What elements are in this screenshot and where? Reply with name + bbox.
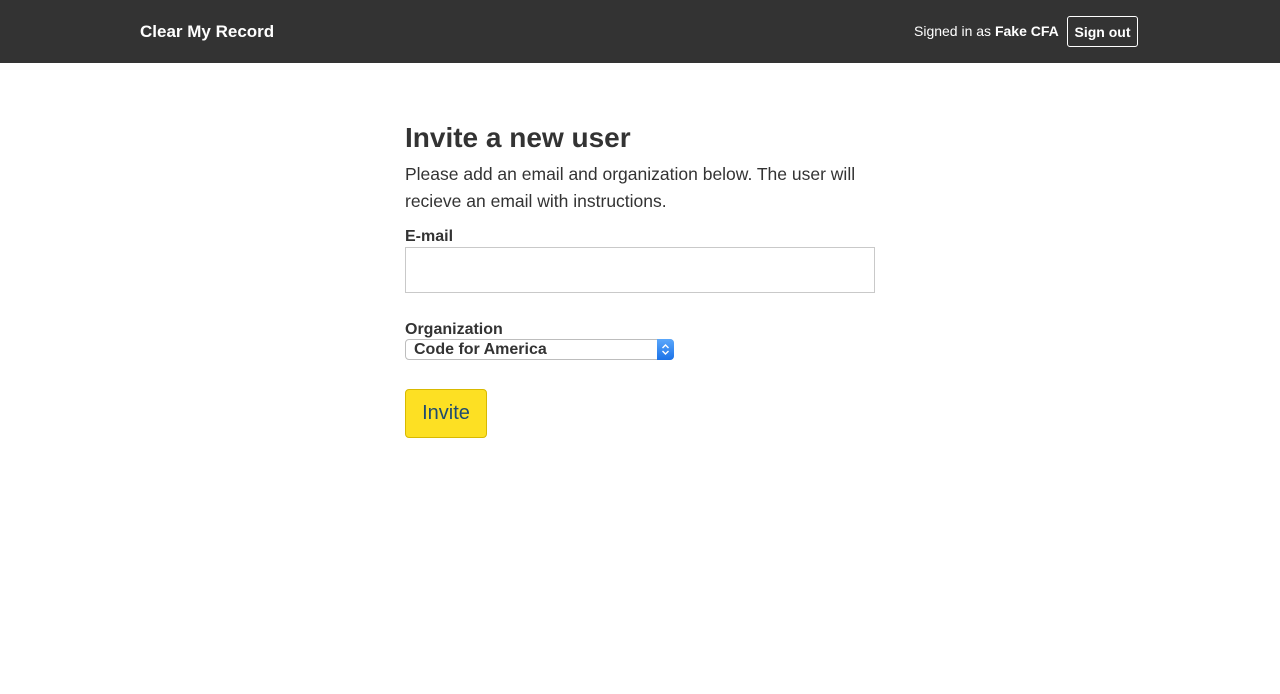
form-description: Please add an email and organization bel… <box>405 164 856 211</box>
signed-in-status: Signed in as Fake CFA <box>914 22 1059 40</box>
signed-in-user: Fake CFA <box>994 23 1059 39</box>
organization-select[interactable]: Code for America <box>405 339 674 360</box>
page-title: Invite a new user <box>405 122 631 153</box>
select-stepper-icon <box>657 339 674 360</box>
organization-label: Organization <box>405 321 503 338</box>
email-label: E-mail <box>405 228 454 245</box>
signed-in-prefix: Signed in as <box>914 23 995 39</box>
organization-selected-value: Code for America <box>414 341 547 358</box>
invite-button[interactable]: Invite <box>405 389 487 438</box>
sign-out-button[interactable]: Sign out <box>1067 16 1138 47</box>
email-field[interactable] <box>405 247 875 293</box>
brand-link[interactable]: Clear My Record <box>140 21 274 43</box>
top-navbar: Clear My Record Signed in as Fake CFA Si… <box>0 0 1280 63</box>
invite-user-form: Invite a new user Please add an email an… <box>405 118 875 438</box>
